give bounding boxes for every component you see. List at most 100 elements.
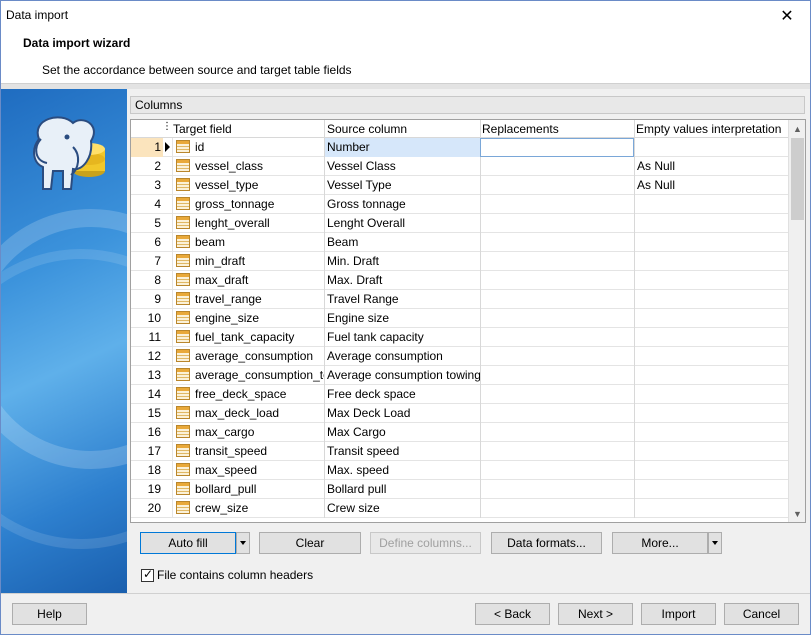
row-number[interactable]: 6 [131,233,163,252]
replacements-cell[interactable] [480,347,634,366]
row-number[interactable]: 1 [131,138,163,157]
row-number[interactable]: 12 [131,347,163,366]
target-field-cell[interactable]: average_consumption [172,347,324,366]
empty-values-cell[interactable] [634,328,789,347]
source-column-cell[interactable]: Max Deck Load [324,404,480,423]
target-field-cell[interactable]: crew_size [172,499,324,518]
row-number[interactable]: 2 [131,157,163,176]
replacements-cell[interactable] [480,195,634,214]
replacements-cell[interactable] [480,252,634,271]
replacements-cell[interactable] [480,480,634,499]
empty-values-cell[interactable] [634,442,789,461]
table-row[interactable]: 4 gross_tonnage Gross tonnage [131,195,789,214]
more-dropdown[interactable] [708,532,722,554]
close-icon[interactable]: ✕ [764,1,810,31]
source-column-cell[interactable]: Beam [324,233,480,252]
replacements-cell[interactable] [480,157,634,176]
replacements-cell[interactable] [480,309,634,328]
table-row[interactable]: 15 max_deck_load Max Deck Load [131,404,789,423]
source-column-cell[interactable]: Number [324,138,480,157]
target-field-cell[interactable]: free_deck_space [172,385,324,404]
column-header-target-field[interactable]: Target field [173,122,232,136]
empty-values-cell[interactable] [634,385,789,404]
scrollbar-thumb[interactable] [791,138,804,220]
source-column-cell[interactable]: Vessel Class [324,157,480,176]
empty-values-cell[interactable] [634,347,789,366]
columns-grid[interactable]: ⋮ Target field Source column Replacement… [130,119,806,523]
row-number[interactable]: 5 [131,214,163,233]
replacements-cell[interactable] [480,366,634,385]
empty-values-cell[interactable] [634,309,789,328]
target-field-cell[interactable]: max_speed [172,461,324,480]
row-number[interactable]: 19 [131,480,163,499]
empty-values-cell[interactable] [634,290,789,309]
source-column-cell[interactable]: Crew size [324,499,480,518]
source-column-cell[interactable]: Max. Draft [324,271,480,290]
cancel-button[interactable]: Cancel [724,603,799,625]
row-number[interactable]: 10 [131,309,163,328]
source-column-cell[interactable]: Free deck space [324,385,480,404]
empty-values-cell[interactable] [634,461,789,480]
replacements-cell[interactable] [480,290,634,309]
replacements-cell[interactable] [480,176,634,195]
replacements-cell[interactable] [480,461,634,480]
table-row[interactable]: 3 vessel_type Vessel Type As Null [131,176,789,195]
scroll-down-icon[interactable]: ▼ [789,505,805,522]
column-divider[interactable] [480,120,481,138]
row-number[interactable]: 14 [131,385,163,404]
column-chooser-icon[interactable]: ⋮ [162,121,172,132]
target-field-cell[interactable]: id [172,138,324,157]
grid-vertical-scrollbar[interactable]: ▲ ▼ [788,120,805,522]
source-column-cell[interactable]: Average consumption towing [324,366,480,385]
row-number[interactable]: 17 [131,442,163,461]
table-row[interactable]: 6 beam Beam [131,233,789,252]
next-button[interactable]: Next > [558,603,633,625]
source-column-cell[interactable]: Travel Range [324,290,480,309]
row-number[interactable]: 13 [131,366,163,385]
table-row[interactable]: 20 crew_size Crew size [131,499,789,518]
row-number[interactable]: 11 [131,328,163,347]
source-column-cell[interactable]: Gross tonnage [324,195,480,214]
back-button[interactable]: < Back [475,603,550,625]
table-row[interactable]: 12 average_consumption Average consumption [131,347,789,366]
source-column-cell[interactable]: Min. Draft [324,252,480,271]
row-number[interactable]: 18 [131,461,163,480]
table-row[interactable]: 9 travel_range Travel Range [131,290,789,309]
row-number[interactable]: 15 [131,404,163,423]
replacements-cell[interactable] [480,499,634,518]
source-column-cell[interactable]: Transit speed [324,442,480,461]
replacements-cell[interactable] [480,385,634,404]
empty-values-cell[interactable] [634,195,789,214]
file-contains-headers-checkbox[interactable]: File contains column headers [141,567,313,582]
empty-values-cell[interactable]: As Null [634,157,789,176]
empty-values-cell[interactable] [634,252,789,271]
target-field-cell[interactable]: beam [172,233,324,252]
row-number[interactable]: 9 [131,290,163,309]
table-row[interactable]: 7 min_draft Min. Draft [131,252,789,271]
target-field-cell[interactable]: max_cargo [172,423,324,442]
replacements-cell[interactable] [480,271,634,290]
table-row[interactable]: 16 max_cargo Max Cargo [131,423,789,442]
clear-button[interactable]: Clear [259,532,361,554]
target-field-cell[interactable]: lenght_overall [172,214,324,233]
row-number[interactable]: 7 [131,252,163,271]
define-columns-button[interactable]: Define columns... [370,532,481,554]
checkbox-box[interactable] [141,567,154,582]
empty-values-cell[interactable] [634,138,789,157]
import-button[interactable]: Import [641,603,716,625]
table-row[interactable]: 13 average_consumption_towAverage consump… [131,366,789,385]
replacements-cell[interactable] [480,423,634,442]
row-number[interactable]: 3 [131,176,163,195]
column-header-empty-values[interactable]: Empty values interpretation [636,122,781,136]
empty-values-cell[interactable] [634,214,789,233]
target-field-cell[interactable]: engine_size [172,309,324,328]
empty-values-cell[interactable] [634,366,789,385]
more-button[interactable]: More... [612,532,708,554]
scroll-up-icon[interactable]: ▲ [789,120,805,137]
row-number[interactable]: 20 [131,499,163,518]
empty-values-cell[interactable] [634,480,789,499]
table-row[interactable]: 11 fuel_tank_capacity Fuel tank capacity [131,328,789,347]
target-field-cell[interactable]: travel_range [172,290,324,309]
target-field-cell[interactable]: transit_speed [172,442,324,461]
target-field-cell[interactable]: vessel_class [172,157,324,176]
